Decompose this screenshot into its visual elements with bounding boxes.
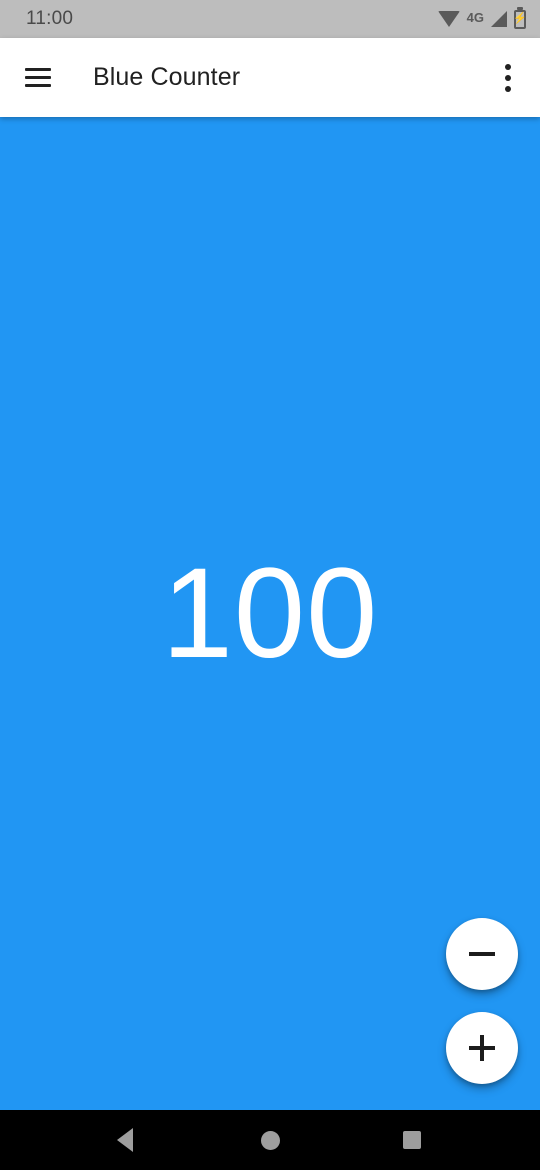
plus-icon	[469, 1035, 495, 1061]
menu-bar-3	[25, 84, 51, 87]
nav-back-button[interactable]	[95, 1110, 155, 1170]
back-triangle-icon	[117, 1128, 133, 1152]
overflow-dot-3	[505, 85, 511, 92]
phone-screen: 11:00 4G ⚡ Blue Counter 100	[0, 0, 540, 1170]
android-navigation-bar	[0, 1110, 540, 1170]
overflow-dot-1	[505, 63, 511, 70]
page-title: Blue Counter	[93, 63, 241, 91]
nav-home-button[interactable]	[240, 1110, 300, 1170]
minus-icon	[469, 941, 495, 967]
status-bar: 11:00 4G ⚡	[0, 0, 540, 38]
hamburger-menu-icon[interactable]	[14, 54, 62, 102]
overflow-menu-icon[interactable]	[484, 54, 532, 102]
battery-charging-icon: ⚡	[513, 9, 527, 29]
status-icon-group: 4G ⚡	[437, 9, 527, 29]
menu-bar-2	[25, 76, 51, 79]
decrement-fab[interactable]	[446, 918, 518, 990]
overflow-dot-2	[505, 74, 511, 81]
app-bar: Blue Counter	[0, 38, 540, 117]
menu-bar-1	[25, 68, 51, 71]
nav-recents-button[interactable]	[382, 1110, 442, 1170]
signal-icon	[491, 11, 507, 27]
recents-square-icon	[403, 1131, 421, 1149]
battery-bolt-glyph: ⚡	[513, 12, 527, 25]
counter-content-area: 100	[0, 117, 540, 1110]
status-clock: 11:00	[26, 8, 74, 29]
wifi-icon	[437, 11, 460, 27]
home-circle-icon	[260, 1130, 280, 1150]
increment-fab[interactable]	[446, 1012, 518, 1084]
network-type-label: 4G	[466, 10, 484, 25]
